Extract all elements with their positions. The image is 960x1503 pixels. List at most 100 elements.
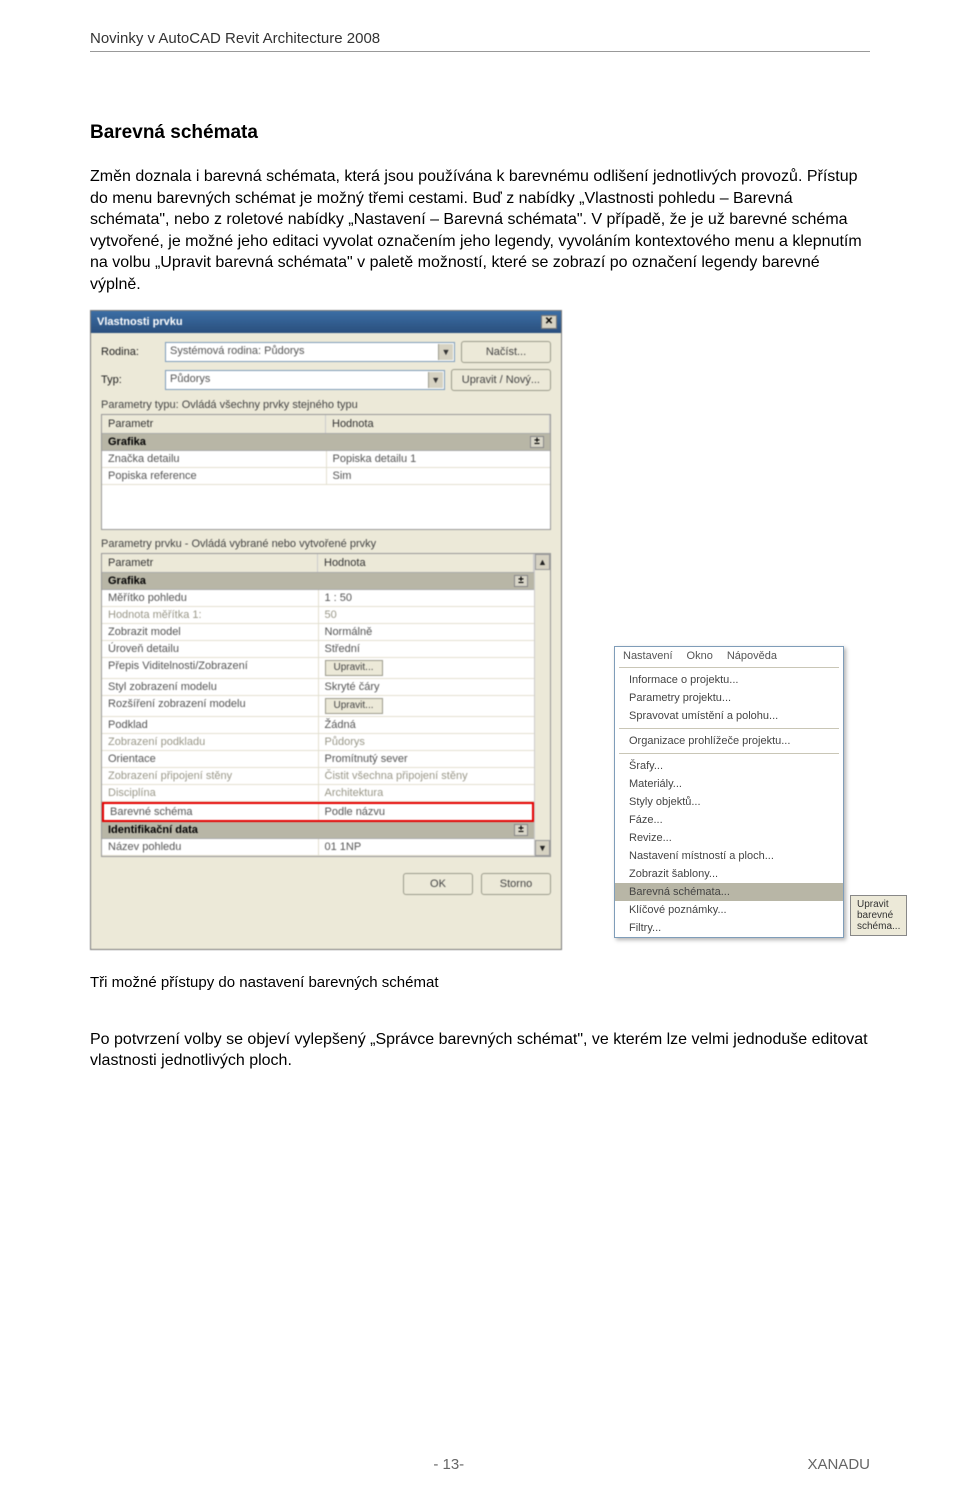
param-value[interactable]: Sim bbox=[327, 468, 551, 484]
group-grafika[interactable]: Grafika ± bbox=[102, 434, 550, 451]
param-value[interactable]: 1 : 50 bbox=[319, 590, 535, 606]
table-row[interactable]: OrientacePromítnutý sever bbox=[102, 751, 534, 768]
param-value[interactable]: 50 bbox=[319, 607, 535, 623]
table-row[interactable]: Zobrazení podkladuPůdorys bbox=[102, 734, 534, 751]
table-row[interactable]: Zobrazit modelNormálně bbox=[102, 624, 534, 641]
scroll-up-icon[interactable]: ▲ bbox=[535, 554, 550, 570]
menu-item-barevna-schemata[interactable]: Barevná schémata... bbox=[615, 883, 843, 901]
menu-item[interactable]: Materiály... bbox=[615, 775, 843, 793]
menu-separator bbox=[619, 667, 839, 668]
table-row[interactable]: Značka detailuPopiska detailu 1 bbox=[102, 451, 550, 468]
paragraph-2: Po potvrzení volby se objeví vylepšený „… bbox=[90, 1029, 870, 1072]
table-row[interactable]: Styl zobrazení modeluSkryté čáry bbox=[102, 679, 534, 696]
param-value[interactable]: Popiska detailu 1 bbox=[327, 451, 551, 467]
menu-item[interactable]: Revize... bbox=[615, 829, 843, 847]
menu-item[interactable]: Spravovat umístění a polohu... bbox=[615, 707, 843, 725]
param-name: Barevné schéma bbox=[104, 804, 319, 820]
edit-new-button[interactable]: Upravit / Nový... bbox=[451, 369, 551, 391]
param-value[interactable]: Čistit všechna připojení stěny bbox=[319, 768, 535, 784]
table-row[interactable]: Měřítko pohledu1 : 50 bbox=[102, 590, 534, 607]
menu-items-bot: Klíčové poznámky...Filtry... bbox=[615, 901, 843, 937]
close-icon[interactable]: ✕ bbox=[541, 315, 557, 329]
label-typ: Typ: bbox=[101, 374, 159, 386]
cancel-button[interactable]: Storno bbox=[481, 873, 551, 895]
param-name: Disciplína bbox=[102, 785, 319, 801]
param-value[interactable]: Upravit... bbox=[319, 696, 535, 716]
load-button[interactable]: Načíst... bbox=[461, 341, 551, 363]
ok-button[interactable]: OK bbox=[403, 873, 473, 895]
table-row[interactable]: Název pohledu01 1NP bbox=[102, 839, 534, 856]
menu-item[interactable]: Styly objektů... bbox=[615, 793, 843, 811]
page-number: - 13- bbox=[433, 1456, 464, 1473]
menu-item[interactable]: Fáze... bbox=[615, 811, 843, 829]
param-value[interactable]: Architektura bbox=[319, 785, 535, 801]
param-value[interactable]: Promítnutý sever bbox=[319, 751, 535, 767]
menu-item[interactable]: Nastavení místností a ploch... bbox=[615, 847, 843, 865]
table-row[interactable]: Hodnota měřítka 1:50 bbox=[102, 607, 534, 624]
edit-color-scheme-button[interactable]: Upravit barevné schéma... bbox=[850, 895, 907, 936]
menu-item-organizace[interactable]: Organizace prohlížeče projektu... bbox=[615, 732, 843, 750]
select-rodina-value: Systémová rodina: Půdorys bbox=[170, 345, 305, 357]
menu-item[interactable]: Šrafy... bbox=[615, 757, 843, 775]
doc-header: Novinky v AutoCAD Revit Architecture 200… bbox=[90, 30, 870, 52]
menu-item[interactable]: Filtry... bbox=[615, 919, 843, 937]
select-rodina[interactable]: Systémová rodina: Půdorys ▼ bbox=[165, 342, 455, 362]
table-row[interactable]: PodkladŽádná bbox=[102, 717, 534, 734]
param-value[interactable]: Půdorys bbox=[319, 734, 535, 750]
help-parametry-prvku: Parametry prvku - Ovládá vybrané nebo vy… bbox=[101, 538, 551, 550]
chevron-down-icon: ▼ bbox=[428, 372, 443, 388]
table-row[interactable]: Přepis Viditelnosti/ZobrazeníUpravit... bbox=[102, 658, 534, 679]
section-title: Barevná schémata bbox=[90, 122, 870, 144]
table-row[interactable]: Rozšíření zobrazení modeluUpravit... bbox=[102, 696, 534, 717]
collapse-icon[interactable]: ± bbox=[514, 824, 528, 836]
param-value[interactable]: Žádná bbox=[319, 717, 535, 733]
param-name: Zobrazení podkladu bbox=[102, 734, 319, 750]
param-name: Hodnota měřítka 1: bbox=[102, 607, 319, 623]
param-name: Zobrazení připojení stěny bbox=[102, 768, 319, 784]
scrollbar[interactable]: ▲ ▼ bbox=[534, 554, 550, 856]
param-name: Zobrazit model bbox=[102, 624, 319, 640]
table-row[interactable]: DisciplínaArchitektura bbox=[102, 785, 534, 802]
select-typ[interactable]: Půdorys ▼ bbox=[165, 370, 445, 390]
edit-button[interactable]: Upravit... bbox=[325, 660, 383, 676]
table-row[interactable]: Úroveň detailuStřední bbox=[102, 641, 534, 658]
menu-head-okno[interactable]: Okno bbox=[687, 650, 713, 662]
param-name: Značka detailu bbox=[102, 451, 327, 467]
collapse-icon[interactable]: ± bbox=[514, 575, 528, 587]
table-row[interactable]: Barevné schémaPodle názvu bbox=[102, 802, 534, 822]
prvku-rows: Měřítko pohledu1 : 50Hodnota měřítka 1:5… bbox=[102, 590, 534, 822]
paragraph-1: Změn doznala i barevná schémata, která j… bbox=[90, 166, 870, 296]
column-header-hodnota: Hodnota bbox=[326, 415, 550, 433]
table-row[interactable]: Popiska referenceSim bbox=[102, 468, 550, 485]
scroll-down-icon[interactable]: ▼ bbox=[535, 840, 550, 856]
menu-item[interactable]: Klíčové poznámky... bbox=[615, 901, 843, 919]
chevron-down-icon: ▼ bbox=[438, 344, 453, 360]
column-header-hodnota-2: Hodnota bbox=[318, 554, 534, 572]
param-value[interactable]: Střední bbox=[319, 641, 535, 657]
edit-button[interactable]: Upravit... bbox=[325, 698, 383, 714]
menu-item[interactable]: Parametry projektu... bbox=[615, 689, 843, 707]
collapse-icon[interactable]: ± bbox=[530, 436, 544, 448]
param-name: Úroveň detailu bbox=[102, 641, 319, 657]
menu-head-nastaveni[interactable]: Nastavení bbox=[623, 650, 673, 662]
group-grafika-label: Grafika bbox=[108, 436, 146, 448]
group-grafika-2[interactable]: Grafika ± bbox=[102, 573, 534, 590]
param-value[interactable]: Skryté čáry bbox=[319, 679, 535, 695]
param-value[interactable]: 01 1NP bbox=[319, 839, 535, 855]
menu-head-napoveda[interactable]: Nápověda bbox=[727, 650, 777, 662]
table-row[interactable]: Zobrazení připojení stěnyČistit všechna … bbox=[102, 768, 534, 785]
select-typ-value: Půdorys bbox=[170, 373, 210, 385]
column-header-parametr: Parametr bbox=[102, 415, 326, 433]
menu-separator bbox=[619, 753, 839, 754]
menu-item[interactable]: Informace o projektu... bbox=[615, 671, 843, 689]
menu-separator bbox=[619, 728, 839, 729]
param-name: Orientace bbox=[102, 751, 319, 767]
help-parametry-typu: Parametry typu: Ovládá všechny prvky ste… bbox=[101, 399, 551, 411]
menu-item[interactable]: Zobrazit šablony... bbox=[615, 865, 843, 883]
param-value[interactable]: Normálně bbox=[319, 624, 535, 640]
ident-rows: Název pohledu01 1NP bbox=[102, 839, 534, 856]
group-ident[interactable]: Identifikační data ± bbox=[102, 822, 534, 839]
param-value[interactable]: Podle názvu bbox=[319, 804, 533, 820]
brand: XANADU bbox=[807, 1456, 870, 1473]
param-value[interactable]: Upravit... bbox=[319, 658, 535, 678]
